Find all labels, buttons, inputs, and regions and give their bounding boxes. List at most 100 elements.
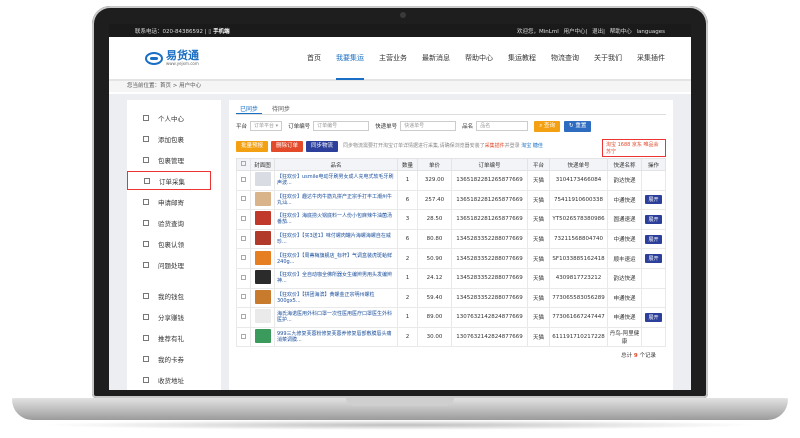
- row-select[interactable]: [236, 209, 251, 230]
- product-thumbnail: [254, 191, 271, 206]
- product-thumbnail: [254, 172, 271, 187]
- row-platform: 天猫: [527, 326, 550, 348]
- sidebar-item-parcels[interactable]: 包裹管理: [127, 150, 221, 169]
- order-table: 封面图 品名 数量 单价 订单编号 平台 快递单号 快递名称 操作 【狂欢价】u…: [236, 158, 666, 348]
- row-name[interactable]: 【狂欢价】【周蒂梅旗舰店_标杆】气调盒装虎斑蛤鲜240g...: [274, 248, 398, 269]
- sidebar-item-share[interactable]: 分享赚钱: [127, 307, 221, 326]
- expand-button[interactable]: 展开: [645, 312, 662, 322]
- row-name[interactable]: 【狂欢价】趣达牛肉牛筋丸拼产正宗手打丰工潮州牛丸汕...: [274, 189, 398, 211]
- sidebar-item-order-collect[interactable]: 订单采集: [127, 171, 211, 190]
- row-name[interactable]: 【狂欢价】【买3送1】味付螺肉罐片海螺海螺自在威珍...: [274, 228, 398, 250]
- sidebar-item-claim[interactable]: 包裹认领: [127, 234, 221, 253]
- row-order: 1345283352288077669: [451, 287, 528, 309]
- row-order: 1345283352288077669: [451, 267, 528, 289]
- sidebar-item-label: 收货地址: [158, 376, 184, 385]
- select-all-checkbox[interactable]: [241, 161, 246, 166]
- reset-button[interactable]: ↻ 重置: [564, 120, 592, 132]
- sidebar-item-wallet[interactable]: 我的钱包: [127, 286, 221, 305]
- row-name[interactable]: 【狂欢价】usmile电动牙刷男女成人充电式软毛牙刷声波...: [274, 170, 398, 191]
- col-select[interactable]: [236, 158, 251, 171]
- name-input[interactable]: 品名: [476, 121, 529, 131]
- row-name[interactable]: 【狂欢价】全自动咖全佛所器女生编辫男用头发编辫神...: [274, 267, 398, 289]
- sidebar-item-add-parcel[interactable]: 添加包裹: [127, 129, 221, 148]
- row-qty: 1: [397, 307, 418, 328]
- row-checkbox[interactable]: [241, 274, 246, 280]
- nav-plugin[interactable]: 采集插件: [637, 36, 665, 80]
- nav-help[interactable]: 帮助中心: [465, 36, 493, 80]
- batch-predict-button[interactable]: 批量预报: [236, 140, 269, 152]
- row-select[interactable]: [236, 287, 251, 309]
- nav-home[interactable]: 首页: [307, 36, 321, 80]
- row-select[interactable]: [236, 326, 251, 348]
- nav-tutorial[interactable]: 集运教程: [508, 36, 536, 80]
- row-select[interactable]: [236, 189, 251, 211]
- row-order: 1345283352288077669: [451, 228, 528, 250]
- logout-link[interactable]: 退出: [592, 29, 603, 35]
- row-checkbox[interactable]: [241, 294, 246, 300]
- sidebar-item-referral[interactable]: 推荐有礼: [127, 328, 221, 347]
- expand-button[interactable]: 展开: [645, 214, 662, 224]
- row-tracking: SF1033885162418: [549, 248, 608, 269]
- notice-platform-link[interactable]: 淘宝 糖佳: [521, 143, 543, 149]
- row-op: 展开: [641, 307, 666, 328]
- mobile-link[interactable]: 手机端: [213, 29, 230, 35]
- row-name[interactable]: 海氏海诺医用外科口罩一次性医用医疗口罩医生外科医护...: [274, 307, 398, 328]
- order-input[interactable]: 订单编号: [313, 121, 370, 131]
- row-order: 1307632142824877669: [451, 307, 528, 328]
- delete-order-button[interactable]: 删除订单: [271, 140, 304, 152]
- row-checkbox[interactable]: [241, 313, 246, 319]
- row-checkbox[interactable]: [241, 215, 246, 221]
- row-select[interactable]: [236, 248, 251, 269]
- expand-button[interactable]: 展开: [645, 234, 662, 244]
- user-center-link[interactable]: 用户中心: [564, 29, 586, 35]
- table-row: 【狂欢价】usmile电动牙刷男女成人充电式软毛牙刷声波... 1 329.00 13…: [236, 170, 666, 191]
- row-name[interactable]: 【狂欢价】海底捞火锅底料一人份小包麻辣牛油菌汤番茄...: [274, 209, 398, 230]
- row-name[interactable]: 【狂欢价】【拼团海滨】黄螺金正宗明州螺粒300gx5...: [274, 287, 398, 309]
- sidebar-item-coupons[interactable]: 我的卡券: [127, 349, 221, 368]
- sidebar-item-inspection[interactable]: 验货查询: [127, 213, 221, 232]
- row-select[interactable]: [236, 170, 251, 191]
- logo[interactable]: 易货通 www.yejxm.com: [145, 50, 255, 66]
- nav-about[interactable]: 关于我们: [594, 36, 622, 80]
- expand-button[interactable]: 展开: [645, 254, 662, 264]
- screen: 联系电话：020-84386592 | ▯ 手机端 欢迎您，MinLml 用户中…: [109, 24, 691, 390]
- platform-select-value: 订单平台: [254, 123, 275, 129]
- row-checkbox[interactable]: [241, 255, 246, 261]
- row-select[interactable]: [236, 307, 251, 328]
- sidebar-item-address[interactable]: 收货地址: [127, 370, 221, 389]
- help-link[interactable]: 帮助中心: [610, 29, 632, 35]
- row-courier: 中通快递: [607, 228, 642, 250]
- nav-consolidate[interactable]: 我要集运: [336, 36, 364, 80]
- row-op: [641, 170, 666, 191]
- search-button[interactable]: ⌕ 查询: [534, 120, 561, 132]
- row-select[interactable]: [236, 228, 251, 250]
- tab-pending[interactable]: 待同步: [268, 104, 294, 114]
- sync-logistics-button[interactable]: 同步物流: [306, 140, 339, 152]
- tracking-input[interactable]: 快递单号: [400, 121, 457, 131]
- row-order: 1365182281265877669: [451, 189, 528, 211]
- nav-news[interactable]: 最新消息: [422, 36, 450, 80]
- sidebar-item-profile[interactable]: 个人中心: [127, 108, 221, 127]
- sidebar-item-apply-mail[interactable]: 申请邮寄: [127, 192, 221, 211]
- row-tracking: 75411910600338: [549, 189, 608, 211]
- sidebar-item-issues[interactable]: 问题处理: [127, 255, 221, 274]
- row-qty: 3: [397, 209, 418, 230]
- row-name[interactable]: 999三九修复芙蓉粉修复芙蓉养修复唇部敷膜唇头痛消菜调膜...: [274, 326, 398, 348]
- row-select[interactable]: [236, 267, 251, 289]
- row-checkbox[interactable]: [241, 235, 246, 241]
- row-checkbox[interactable]: [241, 176, 246, 182]
- nav-tracking[interactable]: 物流查询: [551, 36, 579, 80]
- row-checkbox[interactable]: [241, 196, 246, 202]
- table-row: 海氏海诺医用外科口罩一次性医用医疗口罩医生外科医护... 1 89.00 130763…: [236, 307, 666, 328]
- row-courier: 申通快递: [607, 307, 642, 328]
- row-checkbox[interactable]: [241, 333, 246, 339]
- row-qty: 2: [397, 326, 418, 348]
- row-price: 329.00: [417, 170, 452, 191]
- platform-select[interactable]: 订单平台 ▾: [250, 121, 283, 131]
- plugin-link[interactable]: 采集插件: [485, 143, 505, 149]
- expand-button[interactable]: 展开: [645, 195, 662, 205]
- languages-link[interactable]: languages: [637, 29, 665, 35]
- col-platform: 平台: [527, 158, 550, 171]
- nav-business[interactable]: 主营业务: [379, 36, 407, 80]
- tab-synced[interactable]: 已同步: [236, 104, 263, 114]
